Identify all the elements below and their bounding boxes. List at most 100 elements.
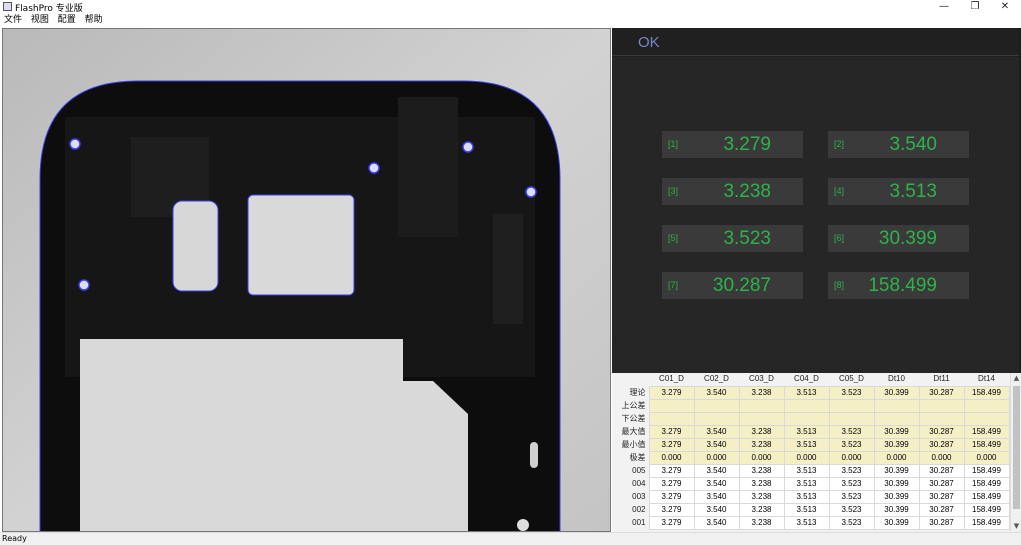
table-row[interactable]: 下公差 [612, 411, 1010, 426]
table-cell[interactable]: 3.513 [783, 515, 830, 530]
table-cell[interactable]: 3.523 [828, 515, 875, 530]
table-cell[interactable]: 0.000 [693, 450, 740, 465]
vertical-scrollbar[interactable]: ▲ ▼ [1010, 373, 1021, 532]
table-cell[interactable]: 3.513 [783, 463, 830, 478]
table-cell[interactable]: 158.499 [963, 515, 1010, 530]
table-cell[interactable]: 3.540 [693, 515, 740, 530]
table-cell[interactable] [873, 411, 920, 426]
table-cell[interactable]: 158.499 [963, 476, 1010, 491]
table-cell[interactable]: 30.399 [873, 515, 920, 530]
table-row[interactable]: 003 3.279 3.540 3.238 3.513 3.523 30.399 30.287… [612, 489, 1010, 504]
table-cell[interactable]: 3.238 [738, 476, 785, 491]
table-cell[interactable] [693, 398, 740, 413]
table-cell[interactable]: 30.287 [918, 385, 965, 400]
table-cell[interactable] [828, 398, 875, 413]
table-row[interactable]: 001 3.279 3.540 3.238 3.513 3.523 30.399 30.287… [612, 515, 1010, 530]
table-cell[interactable]: 3.540 [693, 424, 740, 439]
table-cell[interactable]: 3.523 [828, 502, 875, 517]
scroll-down-icon[interactable]: ▼ [1011, 521, 1021, 532]
menu-config[interactable]: 配置 [55, 14, 79, 27]
table-cell[interactable]: 3.513 [783, 476, 830, 491]
table-cell[interactable]: 30.399 [873, 502, 920, 517]
table-row[interactable]: 004 3.279 3.540 3.238 3.513 3.523 30.399 30.287… [612, 476, 1010, 491]
table-cell[interactable]: 30.287 [918, 424, 965, 439]
table-cell[interactable]: 30.287 [918, 476, 965, 491]
column-header[interactable]: C04_D [784, 373, 829, 386]
table-cell[interactable]: 158.499 [963, 437, 1010, 452]
table-cell[interactable]: 3.238 [738, 515, 785, 530]
table-cell[interactable]: 3.513 [783, 502, 830, 517]
table-cell[interactable]: 3.540 [693, 489, 740, 504]
menu-view[interactable]: 视图 [28, 14, 52, 27]
table-cell[interactable] [828, 411, 875, 426]
table-cell[interactable]: 3.238 [738, 463, 785, 478]
table-cell[interactable] [648, 411, 695, 426]
column-header[interactable]: C03_D [739, 373, 784, 386]
restore-button[interactable]: ❐ [960, 0, 990, 14]
table-row[interactable]: 理论 3.279 3.540 3.238 3.513 3.523 30.399 30.287 1… [612, 385, 1010, 400]
scroll-up-icon[interactable]: ▲ [1011, 373, 1021, 384]
table-cell[interactable]: 3.279 [648, 424, 695, 439]
column-header[interactable]: Dt11 [919, 373, 964, 386]
table-cell[interactable]: 3.523 [828, 489, 875, 504]
column-header[interactable]: C01_D [649, 373, 694, 386]
table-cell[interactable]: 30.399 [873, 437, 920, 452]
table-cell[interactable]: 3.540 [693, 476, 740, 491]
table-cell[interactable]: 30.287 [918, 515, 965, 530]
table-cell[interactable] [918, 398, 965, 413]
table-cell[interactable] [738, 398, 785, 413]
table-cell[interactable]: 3.279 [648, 489, 695, 504]
table-cell[interactable]: 30.287 [918, 437, 965, 452]
table-cell[interactable]: 30.399 [873, 489, 920, 504]
table-cell[interactable]: 3.523 [828, 476, 875, 491]
table-cell[interactable] [738, 411, 785, 426]
table-cell[interactable]: 0.000 [963, 450, 1010, 465]
table-cell[interactable]: 3.279 [648, 502, 695, 517]
table-cell[interactable]: 0.000 [828, 450, 875, 465]
table-cell[interactable]: 3.279 [648, 437, 695, 452]
table-cell[interactable] [873, 398, 920, 413]
table-cell[interactable]: 3.513 [783, 424, 830, 439]
table-cell[interactable]: 3.279 [648, 463, 695, 478]
minimize-button[interactable]: — [929, 0, 959, 14]
table-cell[interactable]: 3.540 [693, 502, 740, 517]
table-cell[interactable]: 3.513 [783, 385, 830, 400]
table-row[interactable]: 最小值 3.279 3.540 3.238 3.513 3.523 30.399 30.287… [612, 437, 1010, 452]
menu-file[interactable]: 文件 [1, 14, 25, 27]
table-cell[interactable]: 3.238 [738, 489, 785, 504]
table-cell[interactable]: 158.499 [963, 489, 1010, 504]
table-cell[interactable]: 30.399 [873, 385, 920, 400]
table-cell[interactable]: 30.399 [873, 476, 920, 491]
table-cell[interactable]: 3.279 [648, 476, 695, 491]
table-cell[interactable] [783, 411, 830, 426]
table-cell[interactable]: 0.000 [738, 450, 785, 465]
table-cell[interactable]: 158.499 [963, 424, 1010, 439]
table-row[interactable]: 005 3.279 3.540 3.238 3.513 3.523 30.399 30.287… [612, 463, 1010, 478]
table-cell[interactable]: 3.540 [693, 463, 740, 478]
table-cell[interactable]: 30.287 [918, 502, 965, 517]
table-cell[interactable]: 3.540 [693, 385, 740, 400]
table-cell[interactable] [648, 398, 695, 413]
table-row[interactable]: 上公差 [612, 398, 1010, 413]
table-cell[interactable]: 158.499 [963, 385, 1010, 400]
table-cell[interactable]: 3.540 [693, 437, 740, 452]
table-cell[interactable]: 3.513 [783, 437, 830, 452]
table-cell[interactable]: 3.238 [738, 385, 785, 400]
column-header[interactable]: Dt10 [874, 373, 919, 386]
column-header[interactable]: C05_D [829, 373, 874, 386]
table-cell[interactable]: 3.513 [783, 489, 830, 504]
table-cell[interactable]: 3.238 [738, 437, 785, 452]
table-cell[interactable]: 30.287 [918, 489, 965, 504]
table-cell[interactable]: 3.279 [648, 515, 695, 530]
table-cell[interactable]: 0.000 [648, 450, 695, 465]
table-cell[interactable] [963, 411, 1010, 426]
table-cell[interactable]: 0.000 [873, 450, 920, 465]
table-cell[interactable]: 158.499 [963, 502, 1010, 517]
table-cell[interactable]: 0.000 [918, 450, 965, 465]
menu-help[interactable]: 帮助 [82, 14, 106, 27]
table-cell[interactable]: 30.287 [918, 463, 965, 478]
column-header[interactable]: C02_D [694, 373, 739, 386]
table-cell[interactable]: 3.523 [828, 437, 875, 452]
table-cell[interactable] [783, 398, 830, 413]
table-row[interactable]: 002 3.279 3.540 3.238 3.513 3.523 30.399 30.287… [612, 502, 1010, 517]
